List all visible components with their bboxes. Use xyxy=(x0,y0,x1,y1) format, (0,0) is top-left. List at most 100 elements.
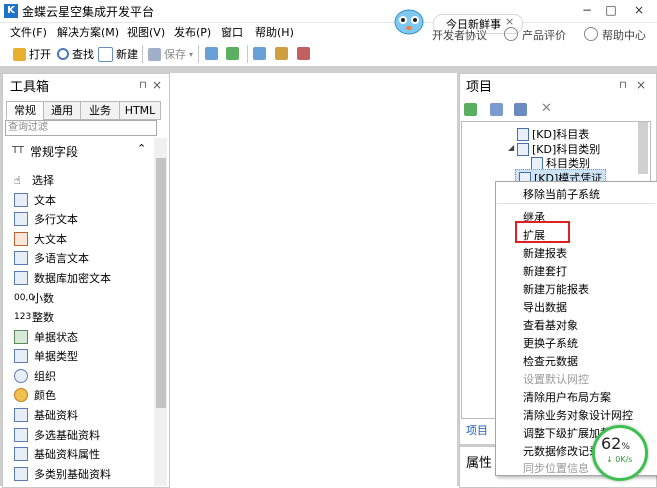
folder-icon xyxy=(13,47,26,61)
menu-solution[interactable]: 解决方案(M) xyxy=(57,24,119,40)
menu-view[interactable]: 视图(V) xyxy=(127,24,165,40)
toolbox-item[interactable]: 多语言文本 xyxy=(14,250,89,266)
ctx-clear-design-netcontrol[interactable]: 清除业务对象设计网控 xyxy=(523,407,633,423)
toolbox-filter-input[interactable]: 查询过滤 xyxy=(5,120,157,136)
save-label: 保存 xyxy=(164,48,186,61)
maximize-button[interactable]: □ xyxy=(600,2,622,18)
billtype-icon xyxy=(14,349,28,363)
form-icon[interactable] xyxy=(205,47,218,60)
ctx-clear-user-layout[interactable]: 清除用户布局方案 xyxy=(523,389,611,405)
toolbox-title: 工具箱 xyxy=(10,80,50,95)
ctx-new-print[interactable]: 新建套打 xyxy=(523,263,567,279)
item-label: 数据库加密文本 xyxy=(34,272,111,285)
tab-html[interactable]: HTML xyxy=(119,101,161,120)
top-link-agreement[interactable]: 开发者协议 xyxy=(432,27,487,43)
toolbox-scrollbar-thumb[interactable] xyxy=(156,158,166,408)
collapse-chevron-icon[interactable]: ⌃ xyxy=(137,142,146,155)
ctx-new-universal-report[interactable]: 新建万能报表 xyxy=(523,281,589,297)
tab-common[interactable]: 通用 xyxy=(43,101,81,120)
top-link-help[interactable]: 帮助中心 xyxy=(602,27,646,43)
ctx-export-data[interactable]: 导出数据 xyxy=(523,299,567,315)
item-label: 多行文本 xyxy=(34,213,78,226)
window-title: 金蝶云星空集成开发平台 xyxy=(22,5,155,19)
toolbox-item[interactable]: 多类别基础资料 xyxy=(14,466,111,482)
form-node-icon xyxy=(531,156,543,170)
multi-basedata-icon xyxy=(14,428,28,442)
toolbox-item[interactable]: 数据库加密文本 xyxy=(14,270,111,286)
toolbox-pin-icon[interactable]: ⊓ xyxy=(139,80,147,91)
new-button[interactable]: 新建 xyxy=(98,46,138,62)
ctx-sync-position: 同步位置信息 xyxy=(523,462,589,475)
project-close-icon[interactable]: × xyxy=(636,78,646,92)
toolbox-item[interactable]: ☝ 选择 xyxy=(14,172,54,188)
item-label: 基础资料属性 xyxy=(34,448,100,461)
plugin-icon[interactable] xyxy=(297,47,310,60)
properties-icon[interactable] xyxy=(514,103,527,116)
item-label: 多选基础资料 xyxy=(34,429,100,442)
form-node-icon xyxy=(517,127,529,141)
menu-file[interactable]: 文件(F) xyxy=(10,24,47,40)
find-label: 查找 xyxy=(72,48,94,61)
ctx-set-default-netcontrol: 设置默认网控 xyxy=(523,373,589,386)
item-label: 整数 xyxy=(32,311,54,324)
color-palette-icon xyxy=(14,388,28,402)
highlight-box xyxy=(515,221,570,243)
gauge-speed: ↓ 0K/s xyxy=(606,455,633,464)
top-link-rating[interactable]: 产品评价 xyxy=(522,27,566,43)
refresh-icon[interactable] xyxy=(464,103,477,116)
toolbox-item[interactable]: 多行文本 xyxy=(14,211,78,227)
item-label: 多语言文本 xyxy=(34,252,89,265)
save-button[interactable]: 保存 ▾ xyxy=(148,46,193,62)
tools-icon[interactable] xyxy=(275,47,288,60)
item-label: 文本 xyxy=(34,194,56,207)
tree-expand-icon[interactable]: ◢ xyxy=(508,143,514,152)
toolbox-item[interactable]: 单据状态 xyxy=(14,329,78,345)
menu-help[interactable]: 帮助(H) xyxy=(255,24,294,40)
delete-icon[interactable]: ✕ xyxy=(541,101,552,116)
find-button[interactable]: 查找 xyxy=(57,46,94,62)
windows-icon[interactable] xyxy=(490,103,503,116)
tab-general[interactable]: 常规 xyxy=(6,101,44,120)
close-window-button[interactable]: × xyxy=(628,2,650,18)
tab-business[interactable]: 业务 xyxy=(80,101,120,120)
toolbox-item[interactable]: 00,0 小数 xyxy=(14,290,54,306)
section-header[interactable]: 常规字段 xyxy=(30,143,78,160)
ctx-check-metadata[interactable]: 检查元数据 xyxy=(523,353,578,369)
ctx-view-base-object[interactable]: 查看基对象 xyxy=(523,317,578,333)
ctx-change-subsystem[interactable]: 更换子系统 xyxy=(523,335,578,351)
rating-icon[interactable] xyxy=(504,27,518,41)
project-pin-icon[interactable]: ⊓ xyxy=(619,80,627,91)
tab-project[interactable]: 项目 xyxy=(466,422,488,438)
toolbox-item[interactable]: 颜色 xyxy=(14,387,56,403)
menu-window[interactable]: 窗口 xyxy=(221,24,243,40)
toolbar-separator xyxy=(142,45,143,63)
gauge-percent: 62% xyxy=(601,434,630,453)
help-icon[interactable] xyxy=(584,27,598,41)
toolbox-item[interactable]: 文本 xyxy=(14,192,56,208)
tree-node[interactable]: [KD]科目表 xyxy=(517,126,589,142)
encrypted-text-icon xyxy=(14,271,28,285)
toolbox-item[interactable]: 基础资料属性 xyxy=(14,446,100,462)
tree-scrollbar-thumb[interactable] xyxy=(638,122,648,174)
layout-icon[interactable] xyxy=(253,47,266,60)
ctx-metadata-history[interactable]: 元数据修改记录 xyxy=(523,443,600,459)
toolbox-item[interactable]: 单据类型 xyxy=(14,348,78,364)
properties-title: 属性 xyxy=(466,456,493,471)
open-button[interactable]: 打开 xyxy=(13,46,51,62)
minimize-button[interactable]: − xyxy=(576,2,598,18)
export-icon[interactable] xyxy=(226,47,239,60)
save-dropdown-icon[interactable]: ▾ xyxy=(189,50,193,59)
menu-publish[interactable]: 发布(P) xyxy=(174,24,211,40)
toolbox-item[interactable]: 组织 xyxy=(14,368,56,384)
toolbox-item[interactable]: 基础资料 xyxy=(14,407,78,423)
textbox-icon xyxy=(14,193,28,207)
organization-icon xyxy=(14,369,28,383)
toolbox-item[interactable]: 大文本 xyxy=(14,231,67,247)
toolbox-item[interactable]: 123 整数 xyxy=(14,309,54,325)
text-field-icon: TT xyxy=(12,145,25,156)
toolbox-item[interactable]: 多选基础资料 xyxy=(14,427,100,443)
designer-canvas[interactable] xyxy=(170,73,457,486)
ctx-new-report[interactable]: 新建报表 xyxy=(523,245,567,261)
ctx-remove-subsystem[interactable]: 移除当前子系统 xyxy=(523,186,600,202)
toolbox-close-icon[interactable]: × xyxy=(152,78,162,92)
